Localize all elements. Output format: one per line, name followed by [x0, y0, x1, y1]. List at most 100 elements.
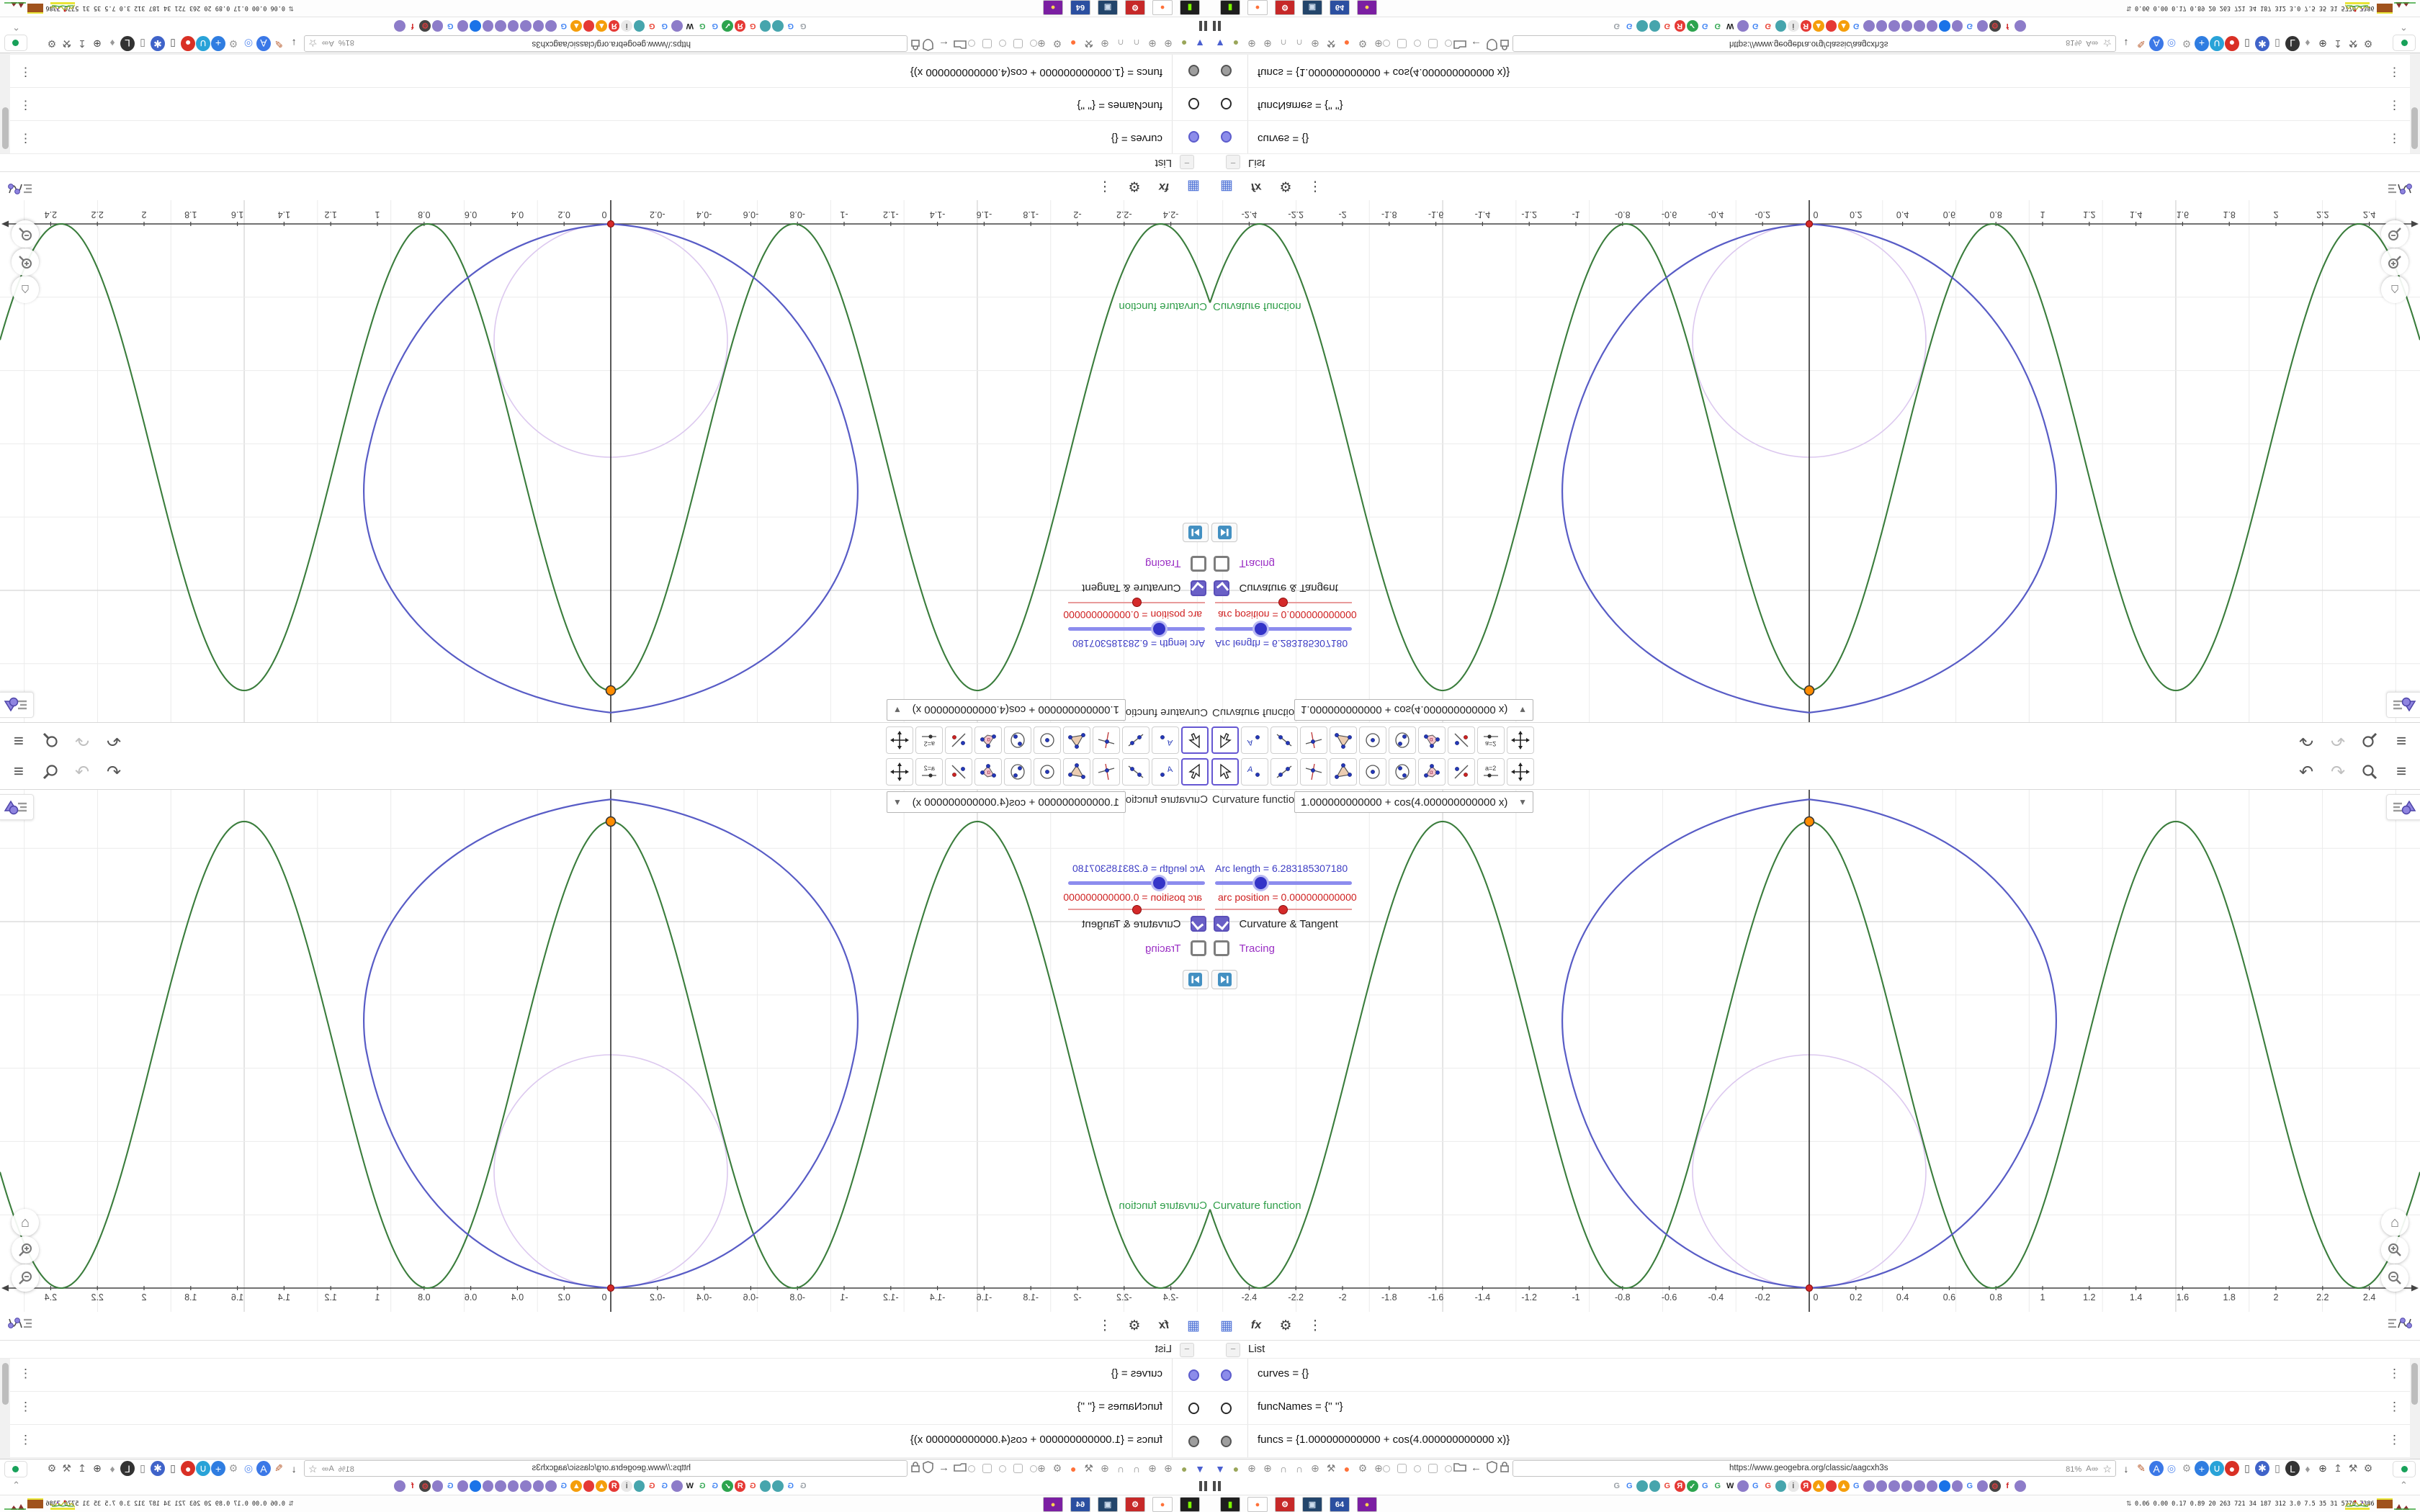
extension-icon[interactable]: ▯ [2270, 36, 2285, 51]
tracing-checkbox[interactable] [1191, 940, 1206, 956]
arc-position-slider[interactable] [1068, 905, 1205, 914]
favicon[interactable]: G [1851, 20, 1863, 32]
red-gear-app-icon[interactable]: ⚙ [1275, 0, 1295, 15]
pause-icon[interactable] [1198, 1481, 1207, 1491]
perpendicular-line-tool[interactable] [1093, 726, 1120, 754]
extension-icon[interactable]: ↓ [2119, 36, 2133, 51]
redo-button[interactable]: ↷ [69, 726, 95, 754]
browser-toolbar-icon[interactable]: ● [1229, 36, 1243, 51]
arc-length-slider-knob[interactable] [1252, 875, 1269, 891]
visibility-dot[interactable] [1221, 1436, 1232, 1447]
circle-center-tool[interactable] [1034, 726, 1061, 754]
browser-toolbar-icon[interactable]: ⚒ [1082, 1461, 1096, 1476]
favicon[interactable] [1876, 1480, 1887, 1492]
pan-view-tool[interactable] [886, 758, 913, 786]
slider-tool[interactable]: a=2 [1477, 726, 1505, 754]
extension-icon[interactable]: ✱ [151, 36, 165, 51]
favicon[interactable]: W [684, 1480, 696, 1492]
favicon[interactable]: G [1624, 1480, 1636, 1492]
extension-icon[interactable]: ✎ [2134, 36, 2148, 51]
browser-toolbar-icon[interactable]: ∩ [1292, 1461, 1307, 1476]
settings-gear-icon[interactable]: ⚙ [1124, 176, 1145, 197]
arc-position-slider[interactable] [1215, 905, 1352, 914]
move-tool[interactable] [1181, 726, 1209, 754]
terminal-app-icon[interactable]: ▮ [1220, 1497, 1240, 1512]
perpendicular-line-tool[interactable] [1300, 726, 1327, 754]
zoom-out-button[interactable] [2381, 220, 2408, 248]
favicon[interactable]: ▲ [570, 1480, 582, 1492]
step-forward-button[interactable] [1183, 523, 1209, 542]
favicon[interactable] [1649, 20, 1660, 32]
graphics-stylebar-toggle[interactable] [2386, 794, 2420, 820]
search-icon[interactable] [2357, 726, 2383, 754]
favicon[interactable] [1737, 20, 1749, 32]
lock-icon[interactable] [910, 1461, 920, 1476]
arc-length-slider-knob[interactable] [1151, 621, 1168, 637]
extension-icon[interactable]: ⚙ [2361, 1461, 2375, 1476]
visibility-dot[interactable] [1188, 131, 1199, 143]
favicon[interactable]: G [1700, 1480, 1711, 1492]
visibility-dot[interactable] [1188, 1436, 1199, 1447]
extension-icon[interactable]: ● [181, 36, 195, 51]
extension-icon[interactable]: ⚒ [60, 36, 74, 51]
favicon[interactable]: G [1611, 1480, 1623, 1492]
list-item[interactable]: funcs = {1.000000000000 + cos(4.00000000… [1210, 1425, 2420, 1458]
algebra-tree-icon[interactable]: ▦ [1216, 176, 1237, 197]
favicon[interactable]: G [697, 1480, 709, 1492]
extension-icon[interactable]: ✎ [272, 1461, 286, 1476]
extension-icon[interactable]: + [2195, 1461, 2209, 1476]
arc-length-slider[interactable] [1068, 621, 1205, 637]
function-dropdown[interactable]: 1.000000000000 + cos(4.000000000000 x) ▼ [887, 699, 1126, 721]
extension-icon[interactable]: ◎ [241, 36, 256, 51]
favicon[interactable]: W [684, 20, 696, 32]
line-tool[interactable] [1122, 758, 1150, 786]
kebab-icon[interactable]: ⋮ [1094, 176, 1116, 197]
algebra-stylebar-toggle[interactable] [2387, 175, 2413, 197]
favicon[interactable]: G [445, 1480, 457, 1492]
favicon[interactable]: G [709, 20, 721, 32]
favicon[interactable]: G [1964, 1480, 1976, 1492]
favicon[interactable]: G [709, 1480, 721, 1492]
favicon[interactable] [1888, 1480, 1900, 1492]
collapse-button[interactable]: − [1226, 155, 1240, 169]
translate-icon[interactable]: A⤄ [322, 1464, 334, 1474]
point-tool[interactable]: A [1241, 726, 1268, 754]
zoom-out-button[interactable] [2381, 1264, 2408, 1292]
browser-toolbar-icon[interactable]: ∩ [1276, 36, 1291, 51]
browser-toolbar-icon[interactable]: ⚙ [1355, 1461, 1370, 1476]
browser-toolbar-icon[interactable]: ● [1340, 36, 1354, 51]
search-icon[interactable] [37, 758, 63, 786]
favicon[interactable]: ⚙ [419, 20, 431, 32]
favicon[interactable]: ▲ [570, 20, 582, 32]
point-tool[interactable]: A [1152, 726, 1179, 754]
browser-toolbar-icon[interactable]: ● [1229, 1461, 1243, 1476]
function-dropdown[interactable]: 1.000000000000 + cos(4.000000000000 x) ▼ [1294, 791, 1533, 813]
extension-icon[interactable]: L [120, 36, 135, 51]
url-field[interactable]: https://www.geogebra.org/classic/aagcxh3… [1512, 35, 2116, 52]
graphics-view[interactable]: -2.4 -2.2 -2 -1.8 -1.6 -1.4 -1.2 -1 -0.8 -0.6 -0.4… [0, 200, 1210, 722]
browser-toolbar-icon[interactable]: ⊕ [1260, 36, 1275, 51]
favicon[interactable]: G [1700, 20, 1711, 32]
browser-toolbar-icon[interactable]: ⊕ [1245, 1461, 1259, 1476]
favicon[interactable] [432, 20, 444, 32]
graphics-view[interactable]: -2.4 -2.2 -2 -1.8 -1.6 -1.4 -1.2 -1 -0.8 -0.6 -0.4… [0, 790, 1210, 1312]
scrollbar-thumb[interactable] [2411, 107, 2418, 149]
favicon[interactable] [671, 1480, 683, 1492]
extension-icon[interactable]: ⚙ [2179, 36, 2194, 51]
extension-icon[interactable]: ▯ [2240, 1461, 2254, 1476]
redo-button[interactable]: ↷ [2325, 726, 2351, 754]
scrollbar-thumb[interactable] [2, 107, 9, 149]
algebra-tree-icon[interactable]: ▦ [1183, 176, 1204, 197]
algebra-stylebar-toggle[interactable] [2387, 1315, 2413, 1337]
browser-toolbar-icon[interactable]: ⊕ [1098, 1461, 1112, 1476]
kebab-icon[interactable]: ⋮ [19, 1400, 32, 1414]
scrollbar-thumb[interactable] [2411, 1363, 2418, 1405]
favicon[interactable] [470, 20, 481, 32]
home-button[interactable]: ⌂ [2381, 1209, 2408, 1236]
favicon[interactable]: G [1750, 20, 1762, 32]
favicon[interactable]: G [785, 1480, 797, 1492]
pause-icon[interactable] [1198, 21, 1207, 31]
perpendicular-line-tool[interactable] [1300, 758, 1327, 786]
favicon[interactable]: f [2002, 20, 2014, 32]
back-arrow-icon[interactable]: ← [1471, 38, 1482, 50]
